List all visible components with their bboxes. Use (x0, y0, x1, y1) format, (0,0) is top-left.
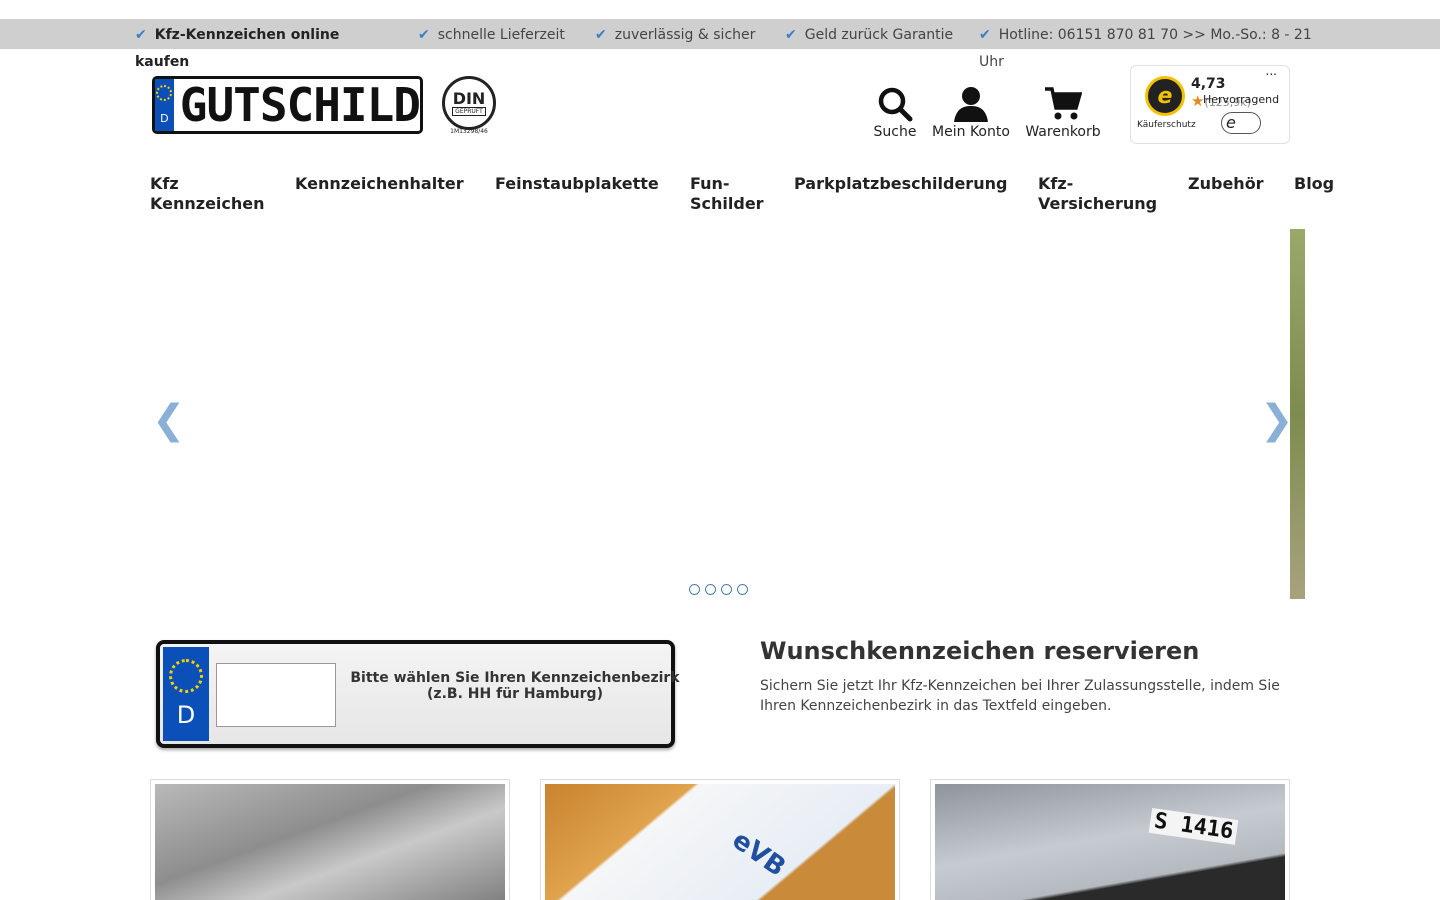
din-code: 1M13298/46 (450, 128, 488, 135)
reservation-text: Sichern Sie jetzt Ihr Kfz-Kennzeichen be… (760, 678, 1280, 714)
din-sub: GEPRÜFT (452, 106, 486, 116)
search-icon (872, 84, 918, 124)
trust-badge[interactable]: ... e 4,73 ★(125,9k) Hervorragend Käufer… (1130, 64, 1290, 144)
teaser-card-quad[interactable] (150, 779, 510, 900)
nav-item-fun-schilder[interactable]: Fun-Schilder (690, 174, 775, 214)
trust-toggle[interactable]: e (1221, 112, 1261, 134)
slider-next-arrow-icon[interactable]: ❯ (1260, 400, 1294, 440)
teaser-card-bike-rack[interactable]: S 1416 (930, 779, 1290, 900)
reservation-title: Wunschkennzeichen reservieren (760, 637, 1200, 665)
nav-item-kennzeichenhalter[interactable]: Kennzeichenhalter (295, 174, 485, 194)
din-label: DIN (452, 88, 486, 108)
account-label: Mein Konto (932, 124, 1010, 140)
cart-label: Warenkorb (1025, 124, 1101, 140)
teaser-card-evb[interactable]: eVB (540, 779, 900, 900)
evb-image-text: eVB (726, 825, 791, 883)
eu-stars-icon (169, 659, 203, 693)
nav-item-feinstaubplakette[interactable]: Feinstaubplakette (495, 174, 675, 194)
check-icon: ✔ (595, 27, 607, 43)
usp-item-moneyback: ✔ Geld zurück Garantie (785, 27, 954, 43)
logo-text: GUTSCHILD (179, 78, 421, 132)
nav-item-blog[interactable]: Blog (1294, 174, 1344, 194)
district-hint: Bitte wählen Sie Ihren Kennzeichenbezirk… (350, 670, 680, 702)
slider-dots (689, 584, 748, 595)
slider-dot[interactable] (737, 584, 748, 595)
buyer-protection-label: Käuferschutz (1137, 120, 1196, 130)
trust-rating-label: Hervorragend (1203, 93, 1280, 106)
hero-slider (150, 229, 1290, 599)
slider-prev-arrow-icon[interactable]: ❮ (152, 400, 186, 440)
nav-item-zubehoer[interactable]: Zubehör (1188, 174, 1278, 194)
search-button[interactable]: Suche (872, 84, 918, 140)
check-icon: ✔ (135, 27, 147, 43)
quad-image (155, 784, 505, 900)
cart-icon (1024, 84, 1102, 124)
eu-stars-icon (156, 85, 173, 101)
evb-image: eVB (545, 784, 895, 900)
logo-country: D (160, 112, 169, 125)
slider-dot[interactable] (689, 584, 700, 595)
check-icon: ✔ (418, 27, 430, 43)
bike-rack-image: S 1416 (935, 784, 1285, 900)
site-logo[interactable]: D GUTSCHILD (152, 76, 423, 134)
slider-dot[interactable] (721, 584, 732, 595)
trusted-shops-seal-icon: e (1145, 76, 1185, 116)
search-label: Suche (873, 124, 917, 140)
usp-item-delivery: ✔ schnelle Lieferzeit (418, 27, 565, 43)
nav-item-kfz-versicherung[interactable]: Kfz-Versicherung (1038, 174, 1173, 214)
eu-band: D (155, 79, 174, 131)
nav-item-parkplatzbeschilderung[interactable]: Parkplatzbeschilderung (794, 174, 1024, 194)
din-certified-badge: DIN GEPRÜFT 1M13298/46 (440, 76, 498, 135)
cart-button[interactable]: Warenkorb (1024, 84, 1102, 140)
usp-item-reliable: ✔ zuverlässig & sicher (595, 27, 756, 43)
license-plate-form: D Bitte wählen Sie Ihren Kennzeichenbezi… (156, 640, 680, 748)
nav-item-kfz-kennzeichen[interactable]: Kfz Kennzeichen (150, 174, 275, 214)
plate-country: D (176, 701, 196, 729)
rack-plate-text: S 1416 (1148, 808, 1239, 845)
check-icon: ✔ (979, 27, 991, 43)
slider-dot[interactable] (705, 584, 716, 595)
district-code-input[interactable] (216, 663, 336, 727)
check-icon: ✔ (785, 27, 797, 43)
user-icon (930, 84, 1012, 124)
account-button[interactable]: Mein Konto (930, 84, 1012, 140)
usp-item-buy-online: ✔ Kfz-Kennzeichen online kaufen (135, 27, 340, 70)
eu-band: D (163, 647, 209, 741)
